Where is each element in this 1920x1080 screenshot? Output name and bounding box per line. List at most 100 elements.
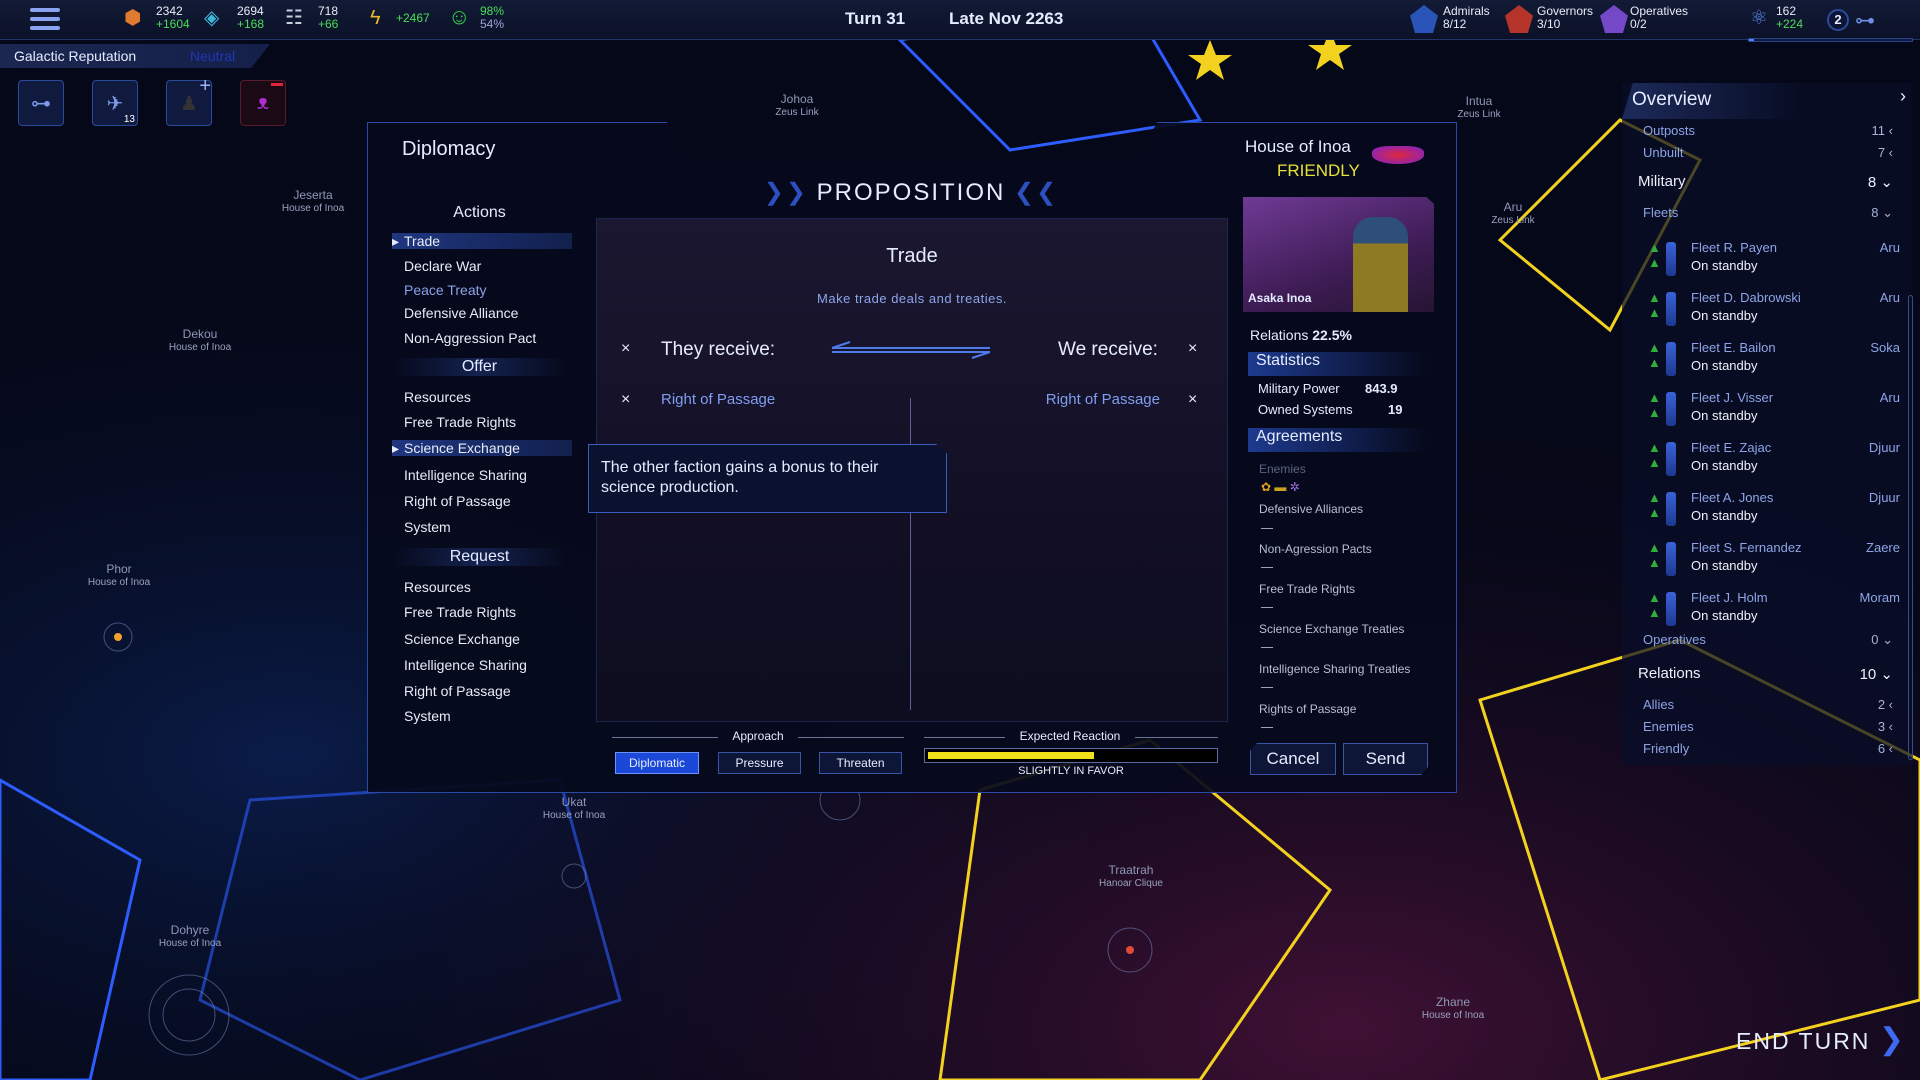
proposition-heading: ❯❯ PROPOSITION ❮❮ <box>740 178 1082 207</box>
map-system-label[interactable]: Traatrah Hanoar Clique <box>1099 863 1163 891</box>
map-system-label[interactable]: Phor House of Inoa <box>88 562 150 590</box>
research-counter[interactable]: 162 +224 <box>1776 5 1803 31</box>
map-system-label[interactable]: Johoa Zeus Link <box>775 92 818 120</box>
enemy-emblem-icon[interactable]: ✲ <box>1290 480 1300 494</box>
main-menu-button[interactable] <box>30 8 60 30</box>
add-leader-button[interactable]: ♟ + <box>166 75 212 126</box>
fleet-status: On standby <box>1691 258 1758 273</box>
resource-population[interactable]: 718 +66 <box>318 5 338 31</box>
clear-we-receive-button[interactable]: × <box>1188 340 1197 358</box>
overview-row-fleets[interactable]: Fleets 8 ⌄ <box>1643 205 1893 220</box>
system-name: Traatrah <box>1108 863 1154 877</box>
request-system[interactable]: System <box>404 708 451 724</box>
overview-row-operatives[interactable]: Operatives 0 ⌄ <box>1643 632 1893 647</box>
approach-threaten-button[interactable]: Threaten <box>819 752 902 774</box>
send-button[interactable]: Send <box>1343 743 1428 775</box>
enemy-emblem-icon[interactable]: ▬ <box>1274 480 1286 494</box>
fleet-ship-icon <box>1666 342 1676 376</box>
cancel-button[interactable]: Cancel <box>1250 743 1336 775</box>
fleet-list-item[interactable]: ▲ ▲ Fleet E. Zajac On standby Djuur <box>1648 440 1900 480</box>
clear-they-receive-button[interactable]: × <box>621 340 630 358</box>
tech-queue-badge[interactable]: 2 <box>1827 9 1849 31</box>
approach-pressure-button[interactable]: Pressure <box>718 752 801 774</box>
map-system-label[interactable]: Zhane House of Inoa <box>1422 995 1484 1023</box>
map-system-label[interactable]: Ukat House of Inoa <box>543 795 605 823</box>
enemy-emblem-icon[interactable]: ✿ <box>1261 480 1271 494</box>
map-system-label[interactable]: Dohyre House of Inoa <box>159 923 221 951</box>
resource-energy[interactable]: +2467 <box>396 12 430 25</box>
offer-system[interactable]: System <box>404 519 451 535</box>
offer-free-trade-rights[interactable]: Free Trade Rights <box>404 414 516 430</box>
fleet-list-item[interactable]: ▲ ▲ Fleet R. Payen On standby Aru <box>1648 240 1900 280</box>
galactic-reputation-bar[interactable]: Galactic Reputation Neutral <box>0 44 270 68</box>
empty-dash <box>1261 647 1273 648</box>
overview-row-friendly[interactable]: Friendly 6 ‹ <box>1643 741 1893 756</box>
resource-approval[interactable]: 98% 54% <box>480 5 504 31</box>
remove-we-item-button[interactable]: × <box>1188 391 1197 409</box>
overview-row-unbuilt[interactable]: Unbuilt 7 ‹ <box>1643 145 1893 160</box>
offer-resources[interactable]: Resources <box>404 389 471 405</box>
request-intelligence-sharing[interactable]: Intelligence Sharing <box>404 657 527 673</box>
collapse-panel-button[interactable]: › <box>1900 86 1906 107</box>
map-system-label[interactable]: Jeserta House of Inoa <box>282 188 344 216</box>
resource-crystal[interactable]: 2694 +168 <box>237 5 264 31</box>
fleet-list-item[interactable]: ▲ ▲ Fleet S. Fernandez On standby Zaere <box>1648 540 1900 580</box>
fleet-list-item[interactable]: ▲ ▲ Fleet J. Holm On standby Moram <box>1648 590 1900 630</box>
resource-minerals[interactable]: 2342 +1604 <box>156 5 190 31</box>
row-label: Allies <box>1643 697 1675 712</box>
request-right-of-passage[interactable]: Right of Passage <box>404 683 511 699</box>
overview-section-military[interactable]: Military 8 ⌄ <box>1638 173 1893 191</box>
owned-systems-value: 19 <box>1388 402 1403 417</box>
tech-tree-icon[interactable]: ⊶ <box>1855 8 1875 33</box>
system-name: Johoa <box>780 92 814 106</box>
action-declare-war[interactable]: Declare War <box>404 258 481 274</box>
system-owner: House of Inoa <box>87 577 151 588</box>
relations-row: Relations 22.5% <box>1250 327 1352 343</box>
relations-label: Relations <box>1250 327 1309 343</box>
fleet-list-item[interactable]: ▲ ▲ Fleet E. Bailon On standby Soka <box>1648 340 1900 380</box>
fleets-button[interactable]: ✈ 13 <box>92 80 138 126</box>
trade-title: Trade <box>886 245 938 267</box>
fleet-list-item[interactable]: ▲ ▲ Fleet A. Jones On standby Djuur <box>1648 490 1900 530</box>
overview-row-outposts[interactable]: Outposts 11 ‹ <box>1643 123 1893 138</box>
overview-scrollbar[interactable] <box>1908 295 1913 760</box>
action-peace-treaty[interactable]: Peace Treaty <box>404 282 487 298</box>
request-resources[interactable]: Resources <box>404 579 471 595</box>
fleet-name: Fleet J. Visser <box>1691 390 1774 405</box>
offer-science-exchange[interactable]: Science Exchange <box>392 440 572 457</box>
overview-row-enemies[interactable]: Enemies 3 ‹ <box>1643 719 1893 734</box>
overview-row-allies[interactable]: Allies 2 ‹ <box>1643 697 1893 712</box>
map-system-label[interactable]: Intua Zeus Link <box>1457 94 1500 122</box>
operatives-counter[interactable]: Operatives 0/2 <box>1630 5 1688 31</box>
system-owner: Zeus Link <box>1457 109 1501 120</box>
admirals-counter[interactable]: Admirals 8/12 <box>1443 5 1490 31</box>
fleet-list-item[interactable]: ▲ ▲ Fleet D. Dabrowski On standby Aru <box>1648 290 1900 330</box>
map-system-label[interactable]: Aru Zeus Link <box>1491 200 1534 228</box>
tech-tree-button[interactable]: ⊶ <box>18 80 64 126</box>
end-turn-button[interactable]: END TURN ❯ <box>1736 1022 1906 1057</box>
statistics-header: Statistics <box>1248 352 1428 376</box>
fleet-strength-icon: ▲ ▲ <box>1648 490 1661 520</box>
action-non-aggression-pact[interactable]: Non-Aggression Pact <box>404 330 536 346</box>
action-defensive-alliance[interactable]: Defensive Alliance <box>404 305 518 321</box>
approach-diplomatic-button[interactable]: Diplomatic <box>615 752 699 774</box>
governors-counter[interactable]: Governors 3/10 <box>1537 5 1593 31</box>
we-receive-item[interactable]: Right of Passage <box>1000 391 1160 408</box>
tech-tree-icon: ⊶ <box>31 92 51 115</box>
overview-section-relations[interactable]: Relations 10 ⌄ <box>1638 665 1893 683</box>
minus-icon <box>271 83 283 86</box>
fleet-location: Soka <box>1870 340 1900 355</box>
row-value: 2 <box>1877 697 1886 712</box>
faction-emblem-button[interactable]: ᴥ <box>240 80 286 126</box>
offer-intelligence-sharing[interactable]: Intelligence Sharing <box>404 467 527 483</box>
request-free-trade-rights[interactable]: Free Trade Rights <box>404 604 516 620</box>
fleet-list-item[interactable]: ▲ ▲ Fleet J. Visser On standby Aru <box>1648 390 1900 430</box>
they-receive-item[interactable]: Right of Passage <box>661 391 775 408</box>
request-science-exchange[interactable]: Science Exchange <box>404 631 520 647</box>
agreement-intelligence-sharing: Intelligence Sharing Treaties <box>1259 662 1411 676</box>
map-system-label[interactable]: Dekou House of Inoa <box>169 327 231 355</box>
system-name: Ukat <box>561 795 587 809</box>
remove-they-item-button[interactable]: × <box>621 391 630 409</box>
offer-right-of-passage[interactable]: Right of Passage <box>404 493 511 509</box>
action-trade[interactable]: Trade <box>392 233 572 250</box>
